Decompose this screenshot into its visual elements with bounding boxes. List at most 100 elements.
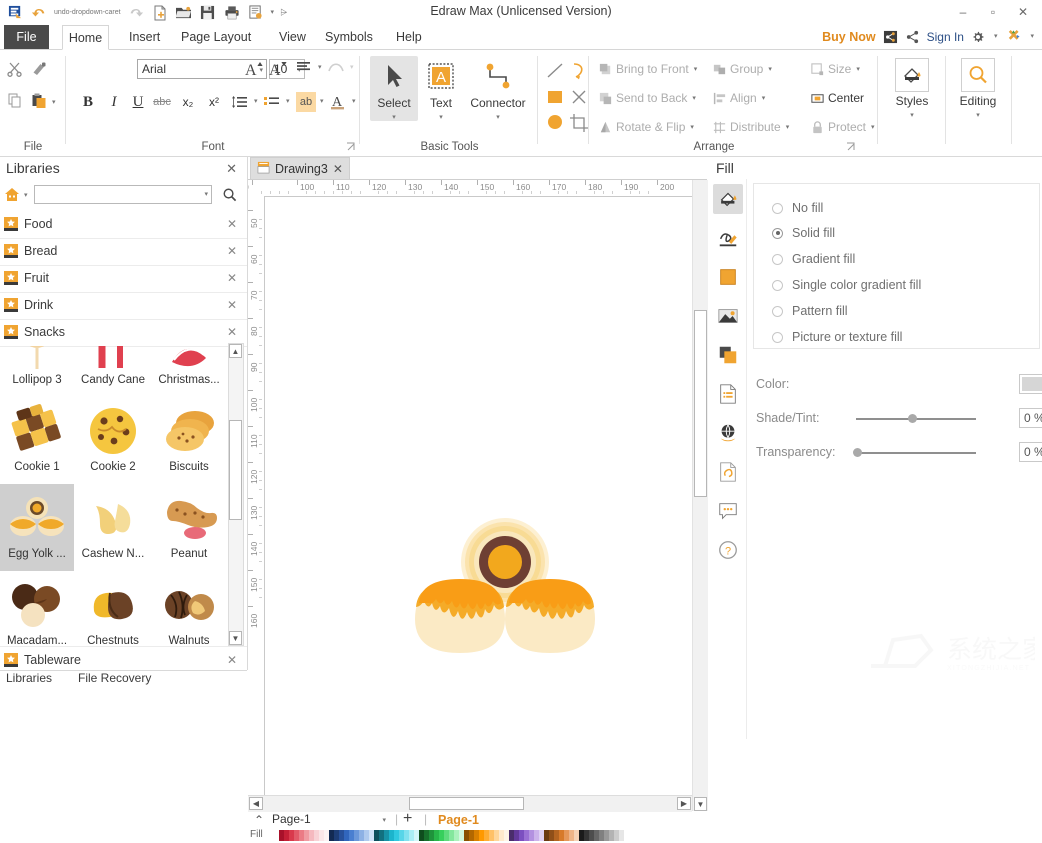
library-category-close-icon[interactable]: ✕ [227,325,237,339]
bullet-list-caret-icon[interactable]: ▾ [284,98,292,105]
font-color-icon[interactable]: A [328,92,348,112]
fill-option-gradient-fill[interactable]: Gradient fill [772,252,855,266]
select-tool-button[interactable]: Select ▾ [370,56,418,121]
center-button[interactable]: Center [807,87,867,109]
tab-file-recovery[interactable]: File Recovery [78,671,151,687]
font-dialog-launcher[interactable] [346,142,356,152]
libraries-search-input[interactable]: ▾ [34,185,212,204]
italic-button[interactable]: I [104,92,124,112]
arc-tool-icon[interactable] [568,60,590,82]
shape-egg-yolk[interactable]: Egg Yolk ... [0,484,74,571]
library-category-bread[interactable]: Bread ✕ [0,238,247,266]
protect-caret-icon[interactable]: ▾ [869,124,877,131]
shade-tint-slider-knob[interactable] [908,414,917,423]
library-category-drink[interactable]: Drink ✕ [0,292,247,320]
transparency-spinner[interactable]: 0 % ▴▾ [1019,442,1042,462]
radio-picture-or-texture-fill[interactable] [772,331,783,343]
sign-in-button[interactable]: Sign In [927,30,964,44]
library-category-close-icon[interactable]: ✕ [227,271,237,285]
tab-insert[interactable]: Insert [118,25,171,50]
align-text-icon[interactable] [294,58,316,80]
tab-symbols[interactable]: Symbols [314,25,384,50]
editing-button[interactable]: Editing ▾ [950,56,1006,119]
share-box-icon[interactable] [883,30,898,44]
canvas-hscroll-thumb[interactable] [409,797,524,810]
tab-page-layout[interactable]: Page Layout [170,25,262,50]
drawing-page[interactable] [265,197,692,795]
distribute-button[interactable]: Distribute ▾ [709,116,794,138]
shade-tint-spinner[interactable]: 0 % ▴▾ [1019,408,1042,428]
arrange-dialog-launcher[interactable] [846,142,856,152]
tab-home[interactable]: Home [62,25,109,50]
shape-grid-scrollbar[interactable]: ▲ ▼ [228,343,244,646]
close-button[interactable]: ✕ [1008,2,1038,22]
grow-font-icon[interactable]: A [244,58,266,80]
canvas-horizontal-scrollbar[interactable]: ◀ ▶ [248,795,692,812]
library-category-close-icon[interactable]: ✕ [227,217,237,231]
shape-christmas[interactable]: Christmas... [152,346,226,397]
text-tool-caret-icon[interactable]: ▾ [420,113,462,121]
font-color-caret-icon[interactable]: ▾ [350,98,358,105]
group-button[interactable]: Group ▾ [709,58,777,80]
bullet-list-icon[interactable] [262,92,282,112]
layer-icon[interactable] [713,340,743,370]
page-selector-caret-icon[interactable]: ▾ [380,817,388,824]
help-icon[interactable]: ? [713,535,743,565]
library-category-food[interactable]: Food ✕ [0,211,247,239]
tab-view[interactable]: View [268,25,317,50]
underline-button[interactable]: U [128,92,148,112]
shadow-square-icon[interactable] [713,262,743,292]
text-highlight-button[interactable]: ab [296,92,316,112]
x-close-tool-icon[interactable] [568,86,590,108]
shape-biscuits[interactable]: Biscuits [152,397,226,484]
paste-caret-icon[interactable]: ▾ [50,99,58,106]
canvas-hscroll-left-button[interactable]: ◀ [249,797,263,810]
curve-text-icon[interactable] [326,58,348,80]
shape-walnuts[interactable]: Walnuts [152,571,226,647]
ellipse-tool-icon[interactable] [544,112,566,134]
document-tab-close-icon[interactable]: ✕ [333,162,343,176]
crop-tool-icon[interactable] [568,112,590,134]
align-text-caret-icon[interactable]: ▾ [316,64,324,71]
fill-option-picture-or-texture-fill[interactable]: Picture or texture fill [772,330,902,344]
help-caret-icon[interactable]: ▾ [1028,33,1036,40]
connector-tool-button[interactable]: Connector ▾ [462,56,534,121]
shape-peanut[interactable]: Peanut [152,484,226,571]
canvas-vscroll-down-button[interactable]: ▼ [694,797,707,811]
strikethrough-button[interactable]: abc [152,92,172,112]
canvas-shape-egg-yolk-pastry[interactable] [405,507,605,667]
shape-cookie-2[interactable]: Cookie 2 [76,397,150,484]
superscript-button[interactable]: x² [204,92,224,112]
radio-single-color-gradient-fill[interactable] [772,279,783,291]
radio-gradient-fill[interactable] [772,253,783,265]
fill-option-pattern-fill[interactable]: Pattern fill [772,304,848,318]
library-category-close-icon[interactable]: ✕ [227,653,237,667]
fill-color-picker[interactable]: ▾ [1019,374,1042,394]
libraries-close-icon[interactable]: ✕ [226,161,237,177]
connector-tool-caret-icon[interactable]: ▾ [462,113,534,121]
radio-pattern-fill[interactable] [772,305,783,317]
format-painter-icon[interactable] [30,60,50,80]
line-spacing-caret-icon[interactable]: ▾ [252,98,260,105]
cut-scissors-icon[interactable] [6,60,26,80]
gear-icon[interactable] [971,30,985,44]
line-pen-icon[interactable] [713,223,743,253]
home-dropdown-caret[interactable]: ▾ [22,192,30,199]
home-icon[interactable] [4,187,20,205]
canvas-vertical-scrollbar[interactable]: ▼ [692,180,708,811]
search-icon[interactable] [222,187,237,205]
attachment-icon[interactable] [713,457,743,487]
bold-button[interactable]: B [78,92,98,112]
library-category-fruit[interactable]: Fruit ✕ [0,265,247,293]
rotate-flip-caret-icon[interactable]: ▾ [688,124,696,131]
shape-cookie-1[interactable]: Cookie 1 [0,397,74,484]
shape-lollipop[interactable]: Lollipop 3 [0,346,74,397]
hyperlink-globe-icon[interactable] [713,418,743,448]
group-caret-icon[interactable]: ▾ [766,66,774,73]
fill-option-single-color-gradient-fill[interactable]: Single color gradient fill [772,278,921,292]
palette-swatch[interactable] [619,830,624,841]
protect-button[interactable]: Protect ▾ [807,116,880,138]
curve-text-caret-icon[interactable]: ▾ [348,64,356,71]
share-nodes-icon[interactable] [905,30,920,44]
text-tool-button[interactable]: A Text ▾ [420,56,462,121]
